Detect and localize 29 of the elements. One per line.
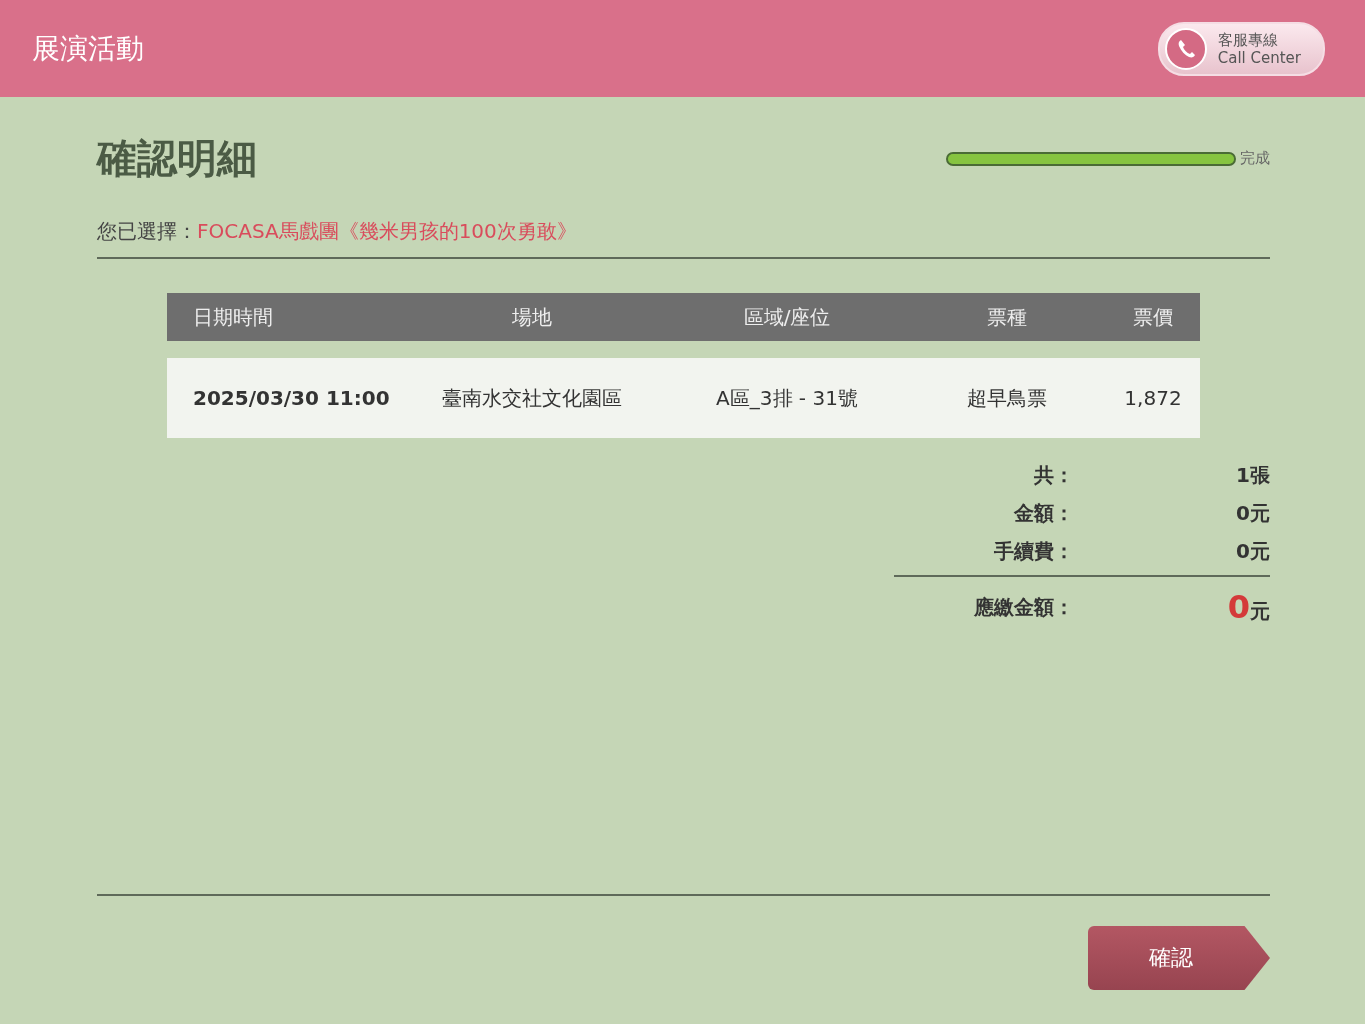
summary-label: 手續費： (993, 537, 1074, 565)
table-cell-text: 超早鳥票 (966, 384, 1048, 412)
summary-label: 金額： (1013, 499, 1074, 527)
progress-label: 完成 (1240, 149, 1270, 168)
site-title: 展演活動 (32, 30, 144, 67)
summary-value: 0元 (1236, 499, 1270, 527)
column-header: 票種 (986, 303, 1028, 331)
call-center-label-english: Call Center (1217, 48, 1301, 67)
call-center-button[interactable]: 客服專線 Call Center (1157, 21, 1325, 76)
summary-value: 0元 (1236, 537, 1270, 565)
summary-value: 1張 (1236, 461, 1270, 489)
call-center-label: 客服專線 (1217, 30, 1279, 49)
table-cell-text: 臺南水交社文化園區 (441, 384, 623, 412)
total-amount: 0 (1227, 588, 1250, 626)
column-header: 日期時間 (192, 303, 274, 331)
table-cell-text: 1,872 (1123, 386, 1183, 410)
column-header: 票價 (1132, 303, 1174, 331)
total-unit: 元 (1250, 599, 1270, 623)
selection-label: 您已選擇： (97, 219, 197, 243)
summary-label: 共： (1033, 461, 1074, 489)
confirm-button[interactable]: 確認 (1088, 926, 1270, 990)
column-header: 區域/座位 (742, 303, 832, 331)
total-label: 應繳金額： (973, 593, 1074, 621)
column-header: 場地 (511, 303, 553, 331)
page-title: 確認明細 (97, 134, 257, 183)
phone-icon (1163, 26, 1208, 71)
table-cell-text: A區_3排 - 31號 (715, 384, 859, 412)
selected-event: FOCASA馬戲團《幾米男孩的100次勇敢》 (197, 219, 577, 243)
table-cell-text: 2025/03/30 11:00 (192, 386, 391, 410)
